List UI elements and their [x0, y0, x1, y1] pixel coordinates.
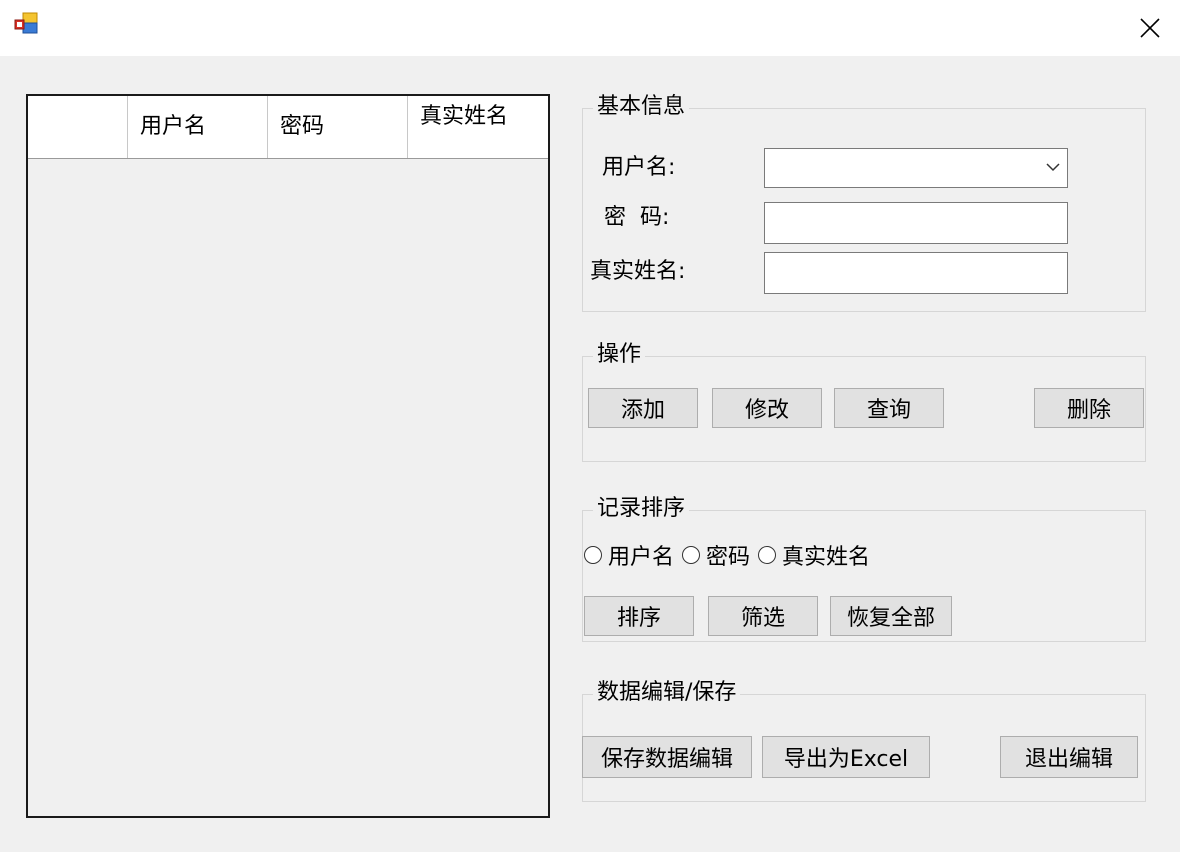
sort-by-username-label[interactable]: 用户名	[608, 539, 674, 571]
close-icon	[1140, 18, 1160, 38]
realname-input[interactable]	[764, 252, 1068, 294]
export-excel-button[interactable]: 导出为Excel	[762, 736, 930, 778]
add-button[interactable]: 添加	[588, 388, 698, 428]
modify-button[interactable]: 修改	[712, 388, 822, 428]
radio-circle-icon[interactable]	[758, 546, 777, 564]
realname-label: 真实姓名:	[590, 259, 686, 284]
radio-circle-icon[interactable]	[584, 546, 602, 564]
grid-column-password[interactable]: 密码	[268, 96, 408, 158]
grid-column-realname[interactable]: 真实姓名	[408, 96, 548, 158]
delete-button[interactable]: 删除	[1034, 388, 1144, 428]
grid-column-username[interactable]: 用户名	[128, 96, 268, 158]
query-button[interactable]: 查询	[834, 388, 944, 428]
sort-button[interactable]: 排序	[584, 596, 694, 636]
radio-circle-icon[interactable]	[682, 546, 701, 564]
operations-group-title: 操作	[593, 342, 646, 368]
sort-field-radio-group: 用户名 密码 真实姓名	[584, 540, 878, 570]
password-input[interactable]	[764, 202, 1068, 244]
sort-by-username-radio[interactable]: 用户名	[584, 539, 674, 571]
user-data-grid[interactable]: 用户名 密码 真实姓名	[26, 94, 550, 818]
restore-all-button[interactable]: 恢复全部	[830, 596, 952, 636]
save-data-edit-button[interactable]: 保存数据编辑	[582, 736, 752, 778]
chevron-down-icon[interactable]	[1045, 160, 1061, 174]
grid-row-header-corner[interactable]	[28, 96, 128, 158]
filter-button[interactable]: 筛选	[708, 596, 818, 636]
app-icon	[14, 12, 38, 34]
sorting-group-title: 记录排序	[593, 496, 690, 522]
password-label: 密 码:	[604, 205, 670, 230]
exit-edit-button[interactable]: 退出编辑	[1000, 736, 1138, 778]
data-edit-group-title: 数据编辑/保存	[593, 680, 741, 706]
sort-by-realname-radio[interactable]: 真实姓名	[758, 539, 870, 571]
sort-by-password-label[interactable]: 密码	[706, 539, 750, 571]
sort-by-realname-label[interactable]: 真实姓名	[782, 539, 870, 571]
sort-by-password-radio[interactable]: 密码	[682, 539, 750, 571]
username-combobox[interactable]	[764, 148, 1068, 188]
basic-info-group-title: 基本信息	[593, 94, 690, 120]
title-bar	[0, 0, 1180, 56]
grid-header: 用户名 密码 真实姓名	[28, 96, 548, 159]
username-label: 用户名:	[602, 155, 676, 180]
close-button[interactable]	[1130, 8, 1170, 48]
